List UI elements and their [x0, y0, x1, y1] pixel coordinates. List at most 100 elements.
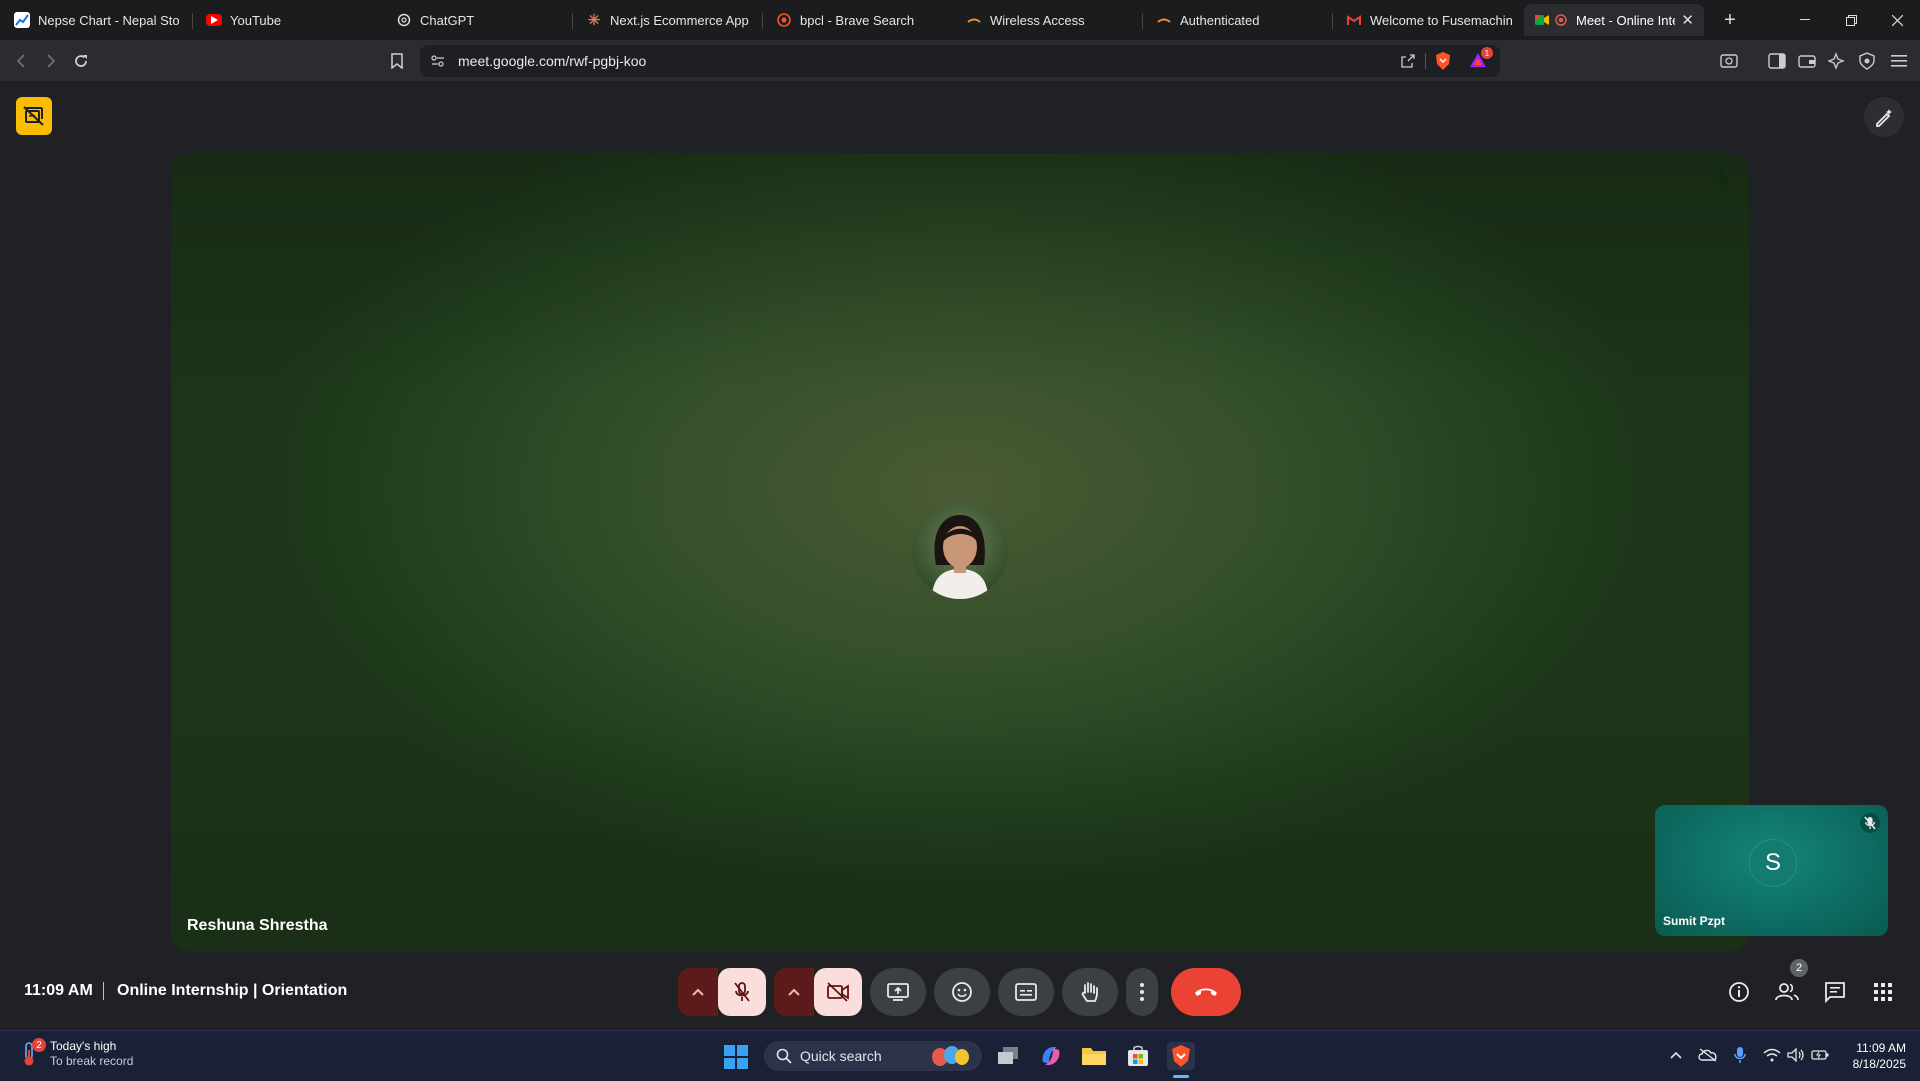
url-text: meet.google.com/rwf-pgbj-koo — [458, 53, 647, 69]
task-view-icon[interactable] — [994, 1042, 1022, 1070]
screenshot-icon[interactable] — [1716, 48, 1742, 74]
back-icon[interactable] — [8, 48, 34, 74]
video-options-chevron-icon[interactable] — [774, 968, 814, 1016]
file-explorer-icon[interactable] — [1080, 1042, 1108, 1070]
tab-title: YouTube — [230, 12, 282, 28]
meeting-info-button[interactable] — [1720, 973, 1758, 1011]
captions-button[interactable] — [998, 968, 1054, 1016]
weather-alert-badge: 2 — [32, 1038, 46, 1052]
recording-icon — [1554, 12, 1568, 28]
extension-button[interactable] — [16, 97, 52, 135]
brave-rewards-icon[interactable]: 1 — [1469, 47, 1493, 74]
tab-title: Welcome to Fusemachine — [1370, 12, 1512, 28]
close-window-icon[interactable] — [1874, 0, 1920, 40]
brave-browser-icon[interactable] — [1167, 1042, 1195, 1070]
volume-icon[interactable] — [1786, 1045, 1806, 1065]
quick-search-box[interactable]: Quick search — [764, 1041, 982, 1071]
hand-icon — [1081, 982, 1098, 1002]
vpn-icon[interactable] — [1854, 48, 1880, 74]
menu-icon[interactable] — [1886, 48, 1912, 74]
tab-title: Next.js Ecommerce App D — [610, 12, 752, 28]
reload-icon[interactable] — [68, 48, 94, 74]
restore-icon[interactable] — [1828, 0, 1874, 40]
people-button[interactable] — [1768, 973, 1806, 1011]
more-options-button[interactable] — [1126, 968, 1158, 1016]
address-bar[interactable]: meet.google.com/rwf-pgbj-koo 1 — [420, 45, 1500, 77]
share-icon[interactable] — [1400, 53, 1416, 74]
tab-wireless-access[interactable]: Wireless Access — [956, 4, 1142, 36]
effects-button[interactable] — [1864, 97, 1904, 137]
tab-nextjs[interactable]: ✳ Next.js Ecommerce App D — [576, 4, 762, 36]
camera-toggle-button[interactable] — [814, 968, 862, 1016]
microphone-in-use-icon[interactable] — [1730, 1045, 1750, 1065]
tab-meet[interactable]: Meet - Online Inte ✕ — [1524, 4, 1704, 36]
tab-title: Meet - Online Inte — [1576, 12, 1676, 28]
windows-taskbar: 2 Today's high To break record Quick sea… — [0, 1030, 1920, 1081]
battery-icon[interactable] — [1810, 1045, 1830, 1065]
search-icon — [776, 1048, 792, 1064]
tab-title: ChatGPT — [420, 12, 475, 28]
thermometer-icon: 2 — [18, 1038, 46, 1068]
gmail-icon — [1346, 12, 1362, 28]
more-vert-icon — [1140, 983, 1144, 1001]
tab-brave-search[interactable]: bpcl - Brave Search — [766, 4, 952, 36]
weather-widget[interactable]: 2 Today's high To break record — [18, 1038, 134, 1069]
self-view-tile[interactable]: S Sumit Pzpt — [1655, 805, 1888, 936]
omnibox-divider — [1425, 53, 1426, 69]
copilot-icon[interactable] — [1037, 1042, 1065, 1070]
show-hidden-icons-chevron-icon[interactable] — [1666, 1045, 1686, 1065]
clock-time: 11:09 AM — [1856, 1041, 1906, 1055]
tab-authenticated[interactable]: Authenticated — [1146, 4, 1332, 36]
close-tab-icon[interactable]: ✕ — [1681, 11, 1694, 29]
tab-youtube[interactable]: YouTube — [196, 4, 382, 36]
leo-ai-icon[interactable] — [1824, 48, 1850, 74]
main-participant-tile[interactable]: Reshuna Shrestha — [171, 153, 1749, 951]
active-app-indicator — [1173, 1075, 1189, 1078]
mic-control — [678, 968, 766, 1016]
brave-shields-icon[interactable] — [1434, 51, 1452, 76]
weather-subtitle: To break record — [50, 1054, 134, 1068]
tab-separator — [1142, 13, 1143, 29]
windows-start-icon[interactable] — [724, 1045, 748, 1069]
mic-off-icon — [734, 982, 750, 1002]
audio-options-chevron-icon[interactable] — [678, 968, 718, 1016]
minimize-icon[interactable] — [1782, 0, 1828, 40]
tab-nepse-chart[interactable]: Nepse Chart - Nepal Stock — [4, 4, 190, 36]
present-screen-button[interactable] — [870, 968, 926, 1016]
rewards-badge: 1 — [1481, 47, 1493, 59]
apps-grid-icon — [1874, 983, 1892, 1001]
leave-call-button[interactable] — [1171, 968, 1241, 1016]
chatgpt-icon — [396, 12, 412, 28]
wallet-icon[interactable] — [1794, 48, 1820, 74]
tab-separator — [762, 13, 763, 29]
search-label: Quick search — [800, 1048, 882, 1064]
reactions-button[interactable] — [934, 968, 990, 1016]
system-clock[interactable]: 11:09 AM 8/18/2025 — [1840, 1040, 1906, 1072]
time-divider — [103, 982, 104, 1000]
raise-hand-button[interactable] — [1062, 968, 1118, 1016]
onedrive-off-icon[interactable] — [1698, 1045, 1718, 1065]
tab-title: Wireless Access — [990, 12, 1085, 28]
browser-toolbar: meet.google.com/rwf-pgbj-koo 1 — [0, 40, 1920, 82]
chat-button[interactable] — [1816, 973, 1854, 1011]
video-off-icon — [827, 982, 849, 1002]
tab-chatgpt[interactable]: ChatGPT — [386, 4, 572, 36]
wifi-icon[interactable] — [1762, 1045, 1782, 1065]
activities-button[interactable] — [1864, 973, 1902, 1011]
camera-off-icon — [23, 106, 44, 126]
tab-separator — [192, 13, 193, 29]
microsoft-store-icon[interactable] — [1124, 1042, 1152, 1070]
tab-separator — [572, 13, 573, 29]
search-highlight-icon — [928, 1044, 974, 1073]
site-settings-icon[interactable] — [430, 53, 446, 74]
sidebar-icon[interactable] — [1764, 48, 1790, 74]
participant-count-badge: 2 — [1790, 959, 1808, 977]
tab-gmail[interactable]: Welcome to Fusemachine — [1336, 4, 1522, 36]
camera-control — [774, 968, 862, 1016]
forward-icon[interactable] — [38, 48, 64, 74]
mic-toggle-button[interactable] — [718, 968, 766, 1016]
new-tab-icon[interactable]: + — [1716, 6, 1744, 34]
network-icon — [1156, 12, 1172, 28]
weather-title: Today's high — [50, 1039, 117, 1053]
bookmark-icon[interactable] — [384, 48, 410, 74]
